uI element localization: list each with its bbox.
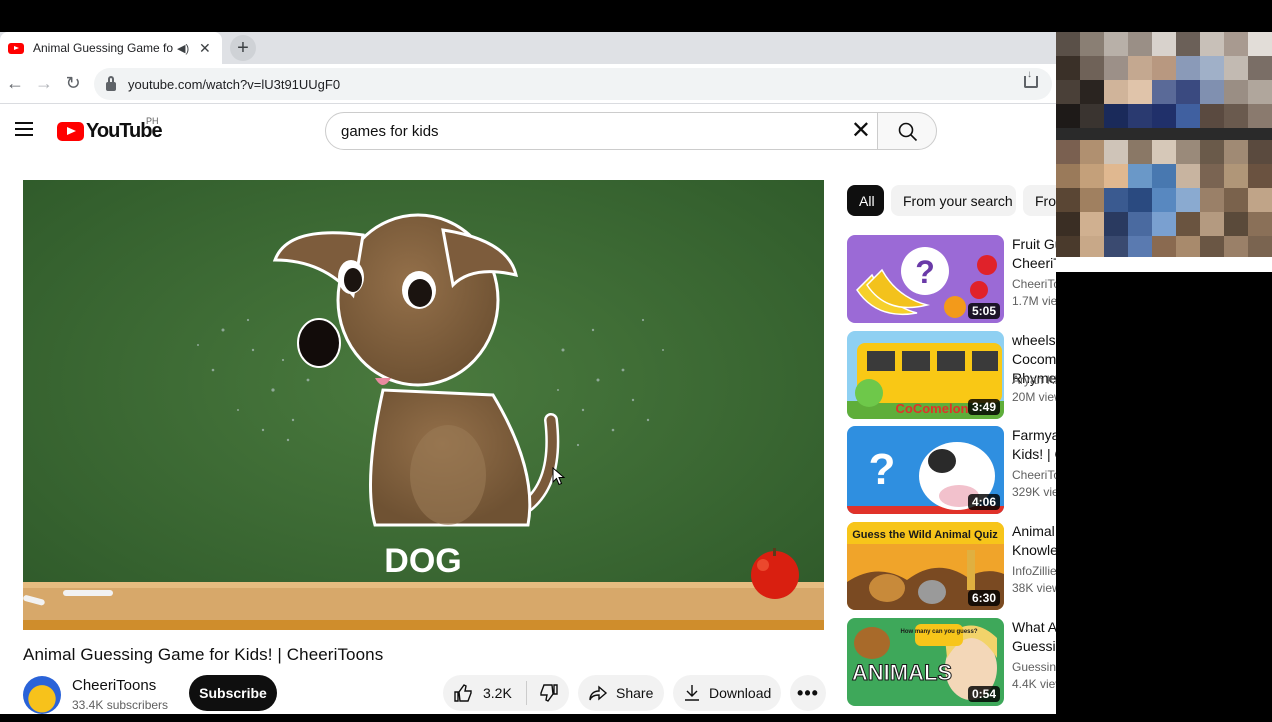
video-thumbnail[interactable]: ? 5:05: [847, 235, 1004, 323]
video-player[interactable]: DOG: [23, 180, 824, 630]
rec-channel[interactable]: InfoZillien: [1012, 564, 1056, 578]
duration-badge: 5:05: [967, 303, 1000, 319]
thumbs-down-icon: [540, 684, 558, 702]
video-thumbnail[interactable]: Guess the Wild Animal Quiz 6:30: [847, 522, 1004, 610]
mouse-cursor-icon: [552, 467, 566, 486]
tab-title: Animal Guessing Game for Kids! | CheeriT…: [33, 41, 173, 55]
rec-channel-name: Aryan Khan: [1012, 373, 1056, 387]
search-input[interactable]: games for kids ✕: [325, 112, 878, 150]
download-label: Download: [709, 685, 772, 701]
avatar[interactable]: [23, 676, 61, 714]
address-bar[interactable]: youtube.com/watch?v=lU3t91UUgF0: [94, 68, 1052, 100]
rec-meta: 329K views • 8 years ago: [1012, 485, 1056, 499]
video-frame: DOG: [23, 180, 824, 630]
list-item[interactable]: ? 4:06 Farmyard Guessing Game for Kids! …: [847, 426, 1056, 516]
youtube-favicon-icon: [8, 42, 24, 54]
duration-badge: 0:54: [967, 686, 1000, 702]
browser-window: Animal Guessing Game for Kids! | CheeriT…: [0, 32, 1056, 714]
list-item[interactable]: ? 5:05 Fruit Guessing Game for Kids! | C…: [847, 235, 1056, 325]
hamburger-menu-icon[interactable]: [15, 122, 33, 136]
overlay-word: DOG: [384, 542, 461, 580]
like-dislike-group: 3.2K: [443, 675, 569, 711]
duration-badge: 3:49: [967, 399, 1000, 415]
search-icon: [898, 122, 918, 142]
thumb-text: Guess the Wild Animal Quiz: [852, 529, 998, 541]
dislike-button[interactable]: [527, 683, 559, 703]
rec-title[interactable]: Farmyard Guessing Game for Kids! | Cheer…: [1012, 426, 1056, 464]
rec-channel[interactable]: CheeriToons: [1012, 468, 1056, 482]
youtube-header: YouTube PH games for kids ✕: [0, 104, 1056, 156]
region-code: PH: [146, 116, 159, 126]
subscribe-button[interactable]: Subscribe: [189, 675, 277, 711]
download-button[interactable]: Download: [673, 675, 781, 711]
browser-toolbar: ← → ↻ youtube.com/watch?v=lU3t91UUgF0: [0, 64, 1056, 104]
thumb-text: ANIMALS: [852, 660, 952, 685]
list-item[interactable]: CoComelon 3:49 wheels on bus song | Coco…: [847, 331, 1056, 421]
rec-meta: 1.7M views • 8 years ago: [1012, 294, 1056, 308]
rec-title[interactable]: What Animal Could I Be Part 1 | Guessing…: [1012, 618, 1056, 656]
pixelated-webcam-image: [1056, 32, 1272, 257]
speaker-icon[interactable]: ◀): [177, 42, 191, 55]
new-tab-button[interactable]: +: [230, 35, 256, 61]
rec-meta: 4.4K views • 1 month ago: [1012, 677, 1056, 691]
video-thumbnail[interactable]: How many can you guess? ANIMALS 0:54: [847, 618, 1004, 706]
thumbs-up-icon: [454, 684, 472, 702]
tab-active[interactable]: Animal Guessing Game for Kids! | CheeriT…: [0, 32, 222, 64]
rec-channel[interactable]: Guessing Games: [1012, 660, 1056, 674]
svg-text:CoComelon: CoComelon: [896, 401, 969, 416]
chip-all[interactable]: All: [847, 185, 884, 216]
svg-text:?: ?: [915, 254, 935, 290]
share-button[interactable]: Share: [578, 675, 664, 711]
download-icon: [685, 685, 699, 701]
duration-badge: 4:06: [967, 494, 1000, 510]
list-item[interactable]: Guess the Wild Animal Quiz 6:30 Animal Q…: [847, 522, 1056, 612]
rec-meta: 38K views • 2 weeks ago: [1012, 581, 1056, 595]
channel-name[interactable]: CheeriToons: [72, 677, 156, 694]
search-button[interactable]: [877, 112, 937, 150]
forward-arrow-icon[interactable]: →: [30, 73, 58, 94]
webcam-overlay: [1056, 32, 1272, 257]
reload-icon[interactable]: ↻: [59, 73, 87, 94]
rec-channel[interactable]: CheeriToons: [1012, 277, 1056, 291]
share-label: Share: [616, 685, 654, 701]
list-item[interactable]: How many can you guess? ANIMALS 0:54 Wha…: [847, 618, 1056, 708]
rec-title[interactable]: Fruit Guessing Game for Kids! | CheeriTo…: [1012, 235, 1056, 273]
webcam-overlay-margin: [1056, 257, 1272, 272]
thumb-subtext: How many can you guess?: [900, 629, 977, 635]
screen-top-bar: [0, 0, 1272, 32]
like-button[interactable]: 3.2K: [443, 681, 527, 705]
video-thumbnail[interactable]: CoComelon 3:49: [847, 331, 1004, 419]
lock-icon[interactable]: [106, 75, 116, 91]
chip-from[interactable]: From: [1023, 185, 1056, 216]
clear-search-icon[interactable]: ✕: [851, 117, 871, 145]
svg-text:?: ?: [869, 445, 896, 494]
url-text: youtube.com/watch?v=lU3t91UUgF0: [128, 76, 341, 92]
share-arrow-icon: [589, 685, 608, 701]
more-actions-button[interactable]: •••: [790, 675, 826, 711]
video-title: Animal Guessing Game for Kids! | CheeriT…: [23, 645, 384, 664]
install-app-icon[interactable]: [1024, 69, 1038, 88]
back-arrow-icon[interactable]: ←: [1, 73, 29, 94]
subscriber-count: 33.4K subscribers: [72, 698, 169, 712]
rec-title[interactable]: Animal Quiz: Test Your Wildlife Knowledg…: [1012, 522, 1056, 560]
rec-meta: 20M views • 13 days ago: [1012, 390, 1056, 404]
youtube-play-logo-icon: [57, 122, 84, 141]
screen-bottom-bar: [0, 714, 1272, 722]
duration-badge: 6:30: [967, 590, 1000, 606]
like-count: 3.2K: [483, 685, 512, 701]
search-query-text: games for kids: [341, 122, 439, 140]
chip-from-your-search[interactable]: From your search: [891, 185, 1016, 216]
tab-strip: Animal Guessing Game for Kids! | CheeriT…: [0, 32, 1056, 64]
rec-channel[interactable]: Aryan Khan♪: [1012, 373, 1056, 387]
video-thumbnail[interactable]: ? 4:06: [847, 426, 1004, 514]
close-icon[interactable]: ✕: [199, 40, 211, 57]
